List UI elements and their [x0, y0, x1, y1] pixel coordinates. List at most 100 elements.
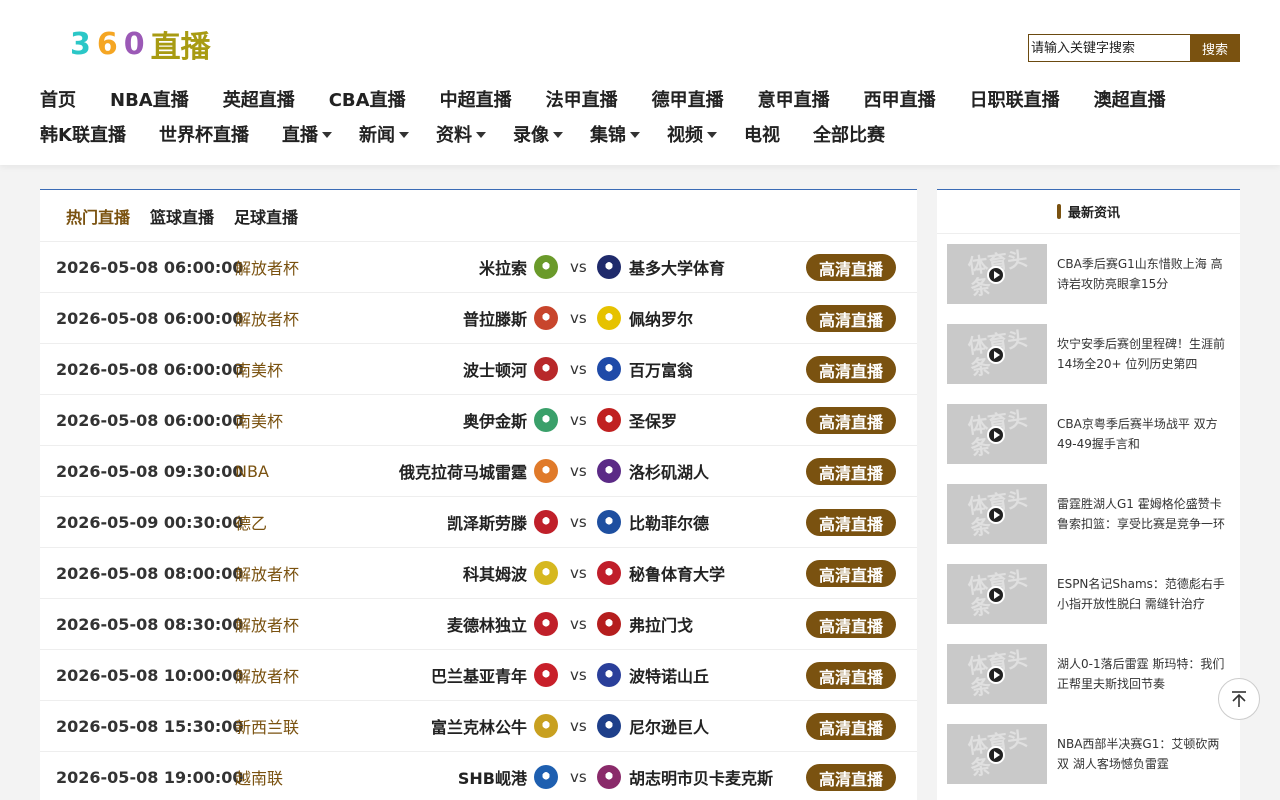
back-to-top-button[interactable]	[1218, 678, 1260, 720]
hd-live-button[interactable]: 高清直播	[806, 305, 896, 332]
news-thumbnail[interactable]: 体育头条	[947, 324, 1047, 384]
play-icon[interactable]	[987, 346, 1005, 364]
nav2-item-3[interactable]: 新闻	[359, 121, 409, 147]
hd-live-button[interactable]: 高清直播	[806, 560, 896, 587]
nav-item-7[interactable]: 意甲直播	[758, 86, 830, 112]
match-league[interactable]: 南美杯	[235, 408, 283, 432]
hd-live-button[interactable]: 高清直播	[806, 662, 896, 689]
home-team-name[interactable]: 富兰克林公牛	[431, 714, 527, 738]
play-icon[interactable]	[987, 746, 1005, 764]
search-button[interactable]: 搜索	[1190, 34, 1240, 62]
news-item[interactable]: 体育头条 ESPN名记Shams：范德彪右手小指开放性脱臼 需缝针治疗	[947, 564, 1232, 624]
nav-item-1[interactable]: NBA直播	[110, 86, 189, 112]
news-headline[interactable]: 雷霆胜湖人G1 霍姆格伦盛赞卡鲁索扣篮：享受比赛是竞争一环	[1057, 494, 1229, 544]
news-headline[interactable]: 坎宁安季后赛创里程碑！生涯前14场全20+ 位列历史第四	[1057, 334, 1229, 384]
away-team-name[interactable]: 胡志明市贝卡麦克斯	[629, 765, 773, 789]
nav-item-9[interactable]: 日职联直播	[970, 86, 1060, 112]
news-headline[interactable]: NBA西部半决赛G1：艾顿砍两双 湖人客场憾负雷霆	[1057, 734, 1229, 784]
match-league[interactable]: 德乙	[235, 510, 267, 534]
away-team-name[interactable]: 佩纳罗尔	[629, 306, 693, 330]
away-team-name[interactable]: 圣保罗	[629, 408, 677, 432]
match-league[interactable]: 解放者杯	[235, 612, 299, 636]
hd-live-button[interactable]: 高清直播	[806, 407, 896, 434]
nav2-item-5[interactable]: 录像	[513, 121, 563, 147]
news-headline[interactable]: ESPN名记Shams：范德彪右手小指开放性脱臼 需缝针治疗	[1057, 574, 1229, 624]
news-thumbnail[interactable]: 体育头条	[947, 564, 1047, 624]
play-icon[interactable]	[987, 586, 1005, 604]
play-icon[interactable]	[987, 506, 1005, 524]
match-league[interactable]: 解放者杯	[235, 255, 299, 279]
match-league[interactable]: 解放者杯	[235, 306, 299, 330]
hd-live-button[interactable]: 高清直播	[806, 509, 896, 536]
news-headline[interactable]: CBA季后赛G1山东惜败上海 高诗岩攻防亮眼拿15分	[1057, 254, 1229, 304]
nav2-item-8[interactable]: 电视	[744, 121, 780, 147]
nav2-item-4[interactable]: 资料	[436, 121, 486, 147]
nav2-item-0[interactable]: 韩K联直播	[40, 121, 126, 147]
play-icon[interactable]	[987, 266, 1005, 284]
news-item[interactable]: 体育头条 雷霆胜湖人G1 霍姆格伦盛赞卡鲁索扣篮：享受比赛是竞争一环	[947, 484, 1232, 544]
news-thumbnail[interactable]: 体育头条	[947, 724, 1047, 784]
home-team-name[interactable]: 米拉索	[479, 255, 527, 279]
away-team-name[interactable]: 尼尔逊巨人	[629, 714, 709, 738]
match-league[interactable]: NBA	[235, 462, 269, 481]
hd-live-button[interactable]: 高清直播	[806, 611, 896, 638]
home-team-name[interactable]: 普拉滕斯	[463, 306, 527, 330]
away-team-name[interactable]: 百万富翁	[629, 357, 693, 381]
home-team-name[interactable]: 麦德林独立	[447, 612, 527, 636]
news-headline[interactable]: CBA京粤季后赛半场战平 双方49-49握手言和	[1057, 414, 1229, 464]
home-team-name[interactable]: 巴兰基亚青年	[431, 663, 527, 687]
tab-1[interactable]: 篮球直播	[150, 204, 214, 228]
nav2-item-6[interactable]: 集锦	[590, 121, 640, 147]
play-icon[interactable]	[987, 666, 1005, 684]
news-item[interactable]: 体育头条 NBA西部半决赛G1：艾顿砍两双 湖人客场憾负雷霆	[947, 724, 1232, 784]
nav2-item-9[interactable]: 全部比赛	[813, 121, 885, 147]
away-team-name[interactable]: 弗拉门戈	[629, 612, 693, 636]
hd-live-button[interactable]: 高清直播	[806, 713, 896, 740]
home-team-name[interactable]: SHB岘港	[458, 765, 527, 789]
site-logo[interactable]: 3 6 0 直播	[70, 24, 211, 66]
news-item[interactable]: 体育头条 坎宁安季后赛创里程碑！生涯前14场全20+ 位列历史第四	[947, 324, 1232, 384]
nav2-item-1[interactable]: 世界杯直播	[159, 121, 249, 147]
news-headline[interactable]: 湖人0-1落后雷霆 斯玛特：我们正帮里夫斯找回节奏	[1057, 654, 1229, 704]
match-league[interactable]: 越南联	[235, 765, 283, 789]
hd-live-button[interactable]: 高清直播	[806, 764, 896, 791]
news-thumbnail[interactable]: 体育头条	[947, 644, 1047, 704]
home-team-name[interactable]: 凯泽斯劳滕	[447, 510, 527, 534]
nav2-item-2[interactable]: 直播	[282, 121, 332, 147]
hd-live-button[interactable]: 高清直播	[806, 458, 896, 485]
away-team-name[interactable]: 洛杉矶湖人	[629, 459, 709, 483]
nav-item-8[interactable]: 西甲直播	[864, 86, 936, 112]
nav-item-5[interactable]: 法甲直播	[546, 86, 618, 112]
match-league[interactable]: 解放者杯	[235, 561, 299, 585]
home-team-name[interactable]: 科其姆波	[463, 561, 527, 585]
tab-2[interactable]: 足球直播	[234, 204, 298, 228]
nav-item-10[interactable]: 澳超直播	[1094, 86, 1166, 112]
news-thumbnail[interactable]: 体育头条	[947, 404, 1047, 464]
hd-live-button[interactable]: 高清直播	[806, 254, 896, 281]
search-input[interactable]	[1028, 34, 1190, 62]
nav-item-4[interactable]: 中超直播	[440, 86, 512, 112]
nav-item-2[interactable]: 英超直播	[223, 86, 295, 112]
tab-0[interactable]: 热门直播	[66, 204, 130, 228]
match-league[interactable]: 南美杯	[235, 357, 283, 381]
news-item[interactable]: 体育头条 CBA京粤季后赛半场战平 双方49-49握手言和	[947, 404, 1232, 464]
news-item[interactable]: 体育头条 湖人0-1落后雷霆 斯玛特：我们正帮里夫斯找回节奏	[947, 644, 1232, 704]
news-thumbnail[interactable]: 体育头条	[947, 484, 1047, 544]
home-team-name[interactable]: 波士顿河	[463, 357, 527, 381]
nav-item-3[interactable]: CBA直播	[329, 86, 406, 112]
away-team-name[interactable]: 基多大学体育	[629, 255, 725, 279]
away-team-name[interactable]: 秘鲁体育大学	[629, 561, 725, 585]
nav-item-6[interactable]: 德甲直播	[652, 86, 724, 112]
news-thumbnail[interactable]: 体育头条	[947, 244, 1047, 304]
play-icon[interactable]	[987, 426, 1005, 444]
home-team-name[interactable]: 奥伊金斯	[463, 408, 527, 432]
nav2-item-7[interactable]: 视频	[667, 121, 717, 147]
match-league[interactable]: 解放者杯	[235, 663, 299, 687]
match-league[interactable]: 新西兰联	[235, 714, 299, 738]
news-item[interactable]: 体育头条 CBA季后赛G1山东惜败上海 高诗岩攻防亮眼拿15分	[947, 244, 1232, 304]
away-team-name[interactable]: 比勒菲尔德	[629, 510, 709, 534]
away-team-name[interactable]: 波特诺山丘	[629, 663, 709, 687]
nav-item-0[interactable]: 首页	[40, 86, 76, 112]
hd-live-button[interactable]: 高清直播	[806, 356, 896, 383]
home-team-name[interactable]: 俄克拉荷马城雷霆	[399, 459, 527, 483]
